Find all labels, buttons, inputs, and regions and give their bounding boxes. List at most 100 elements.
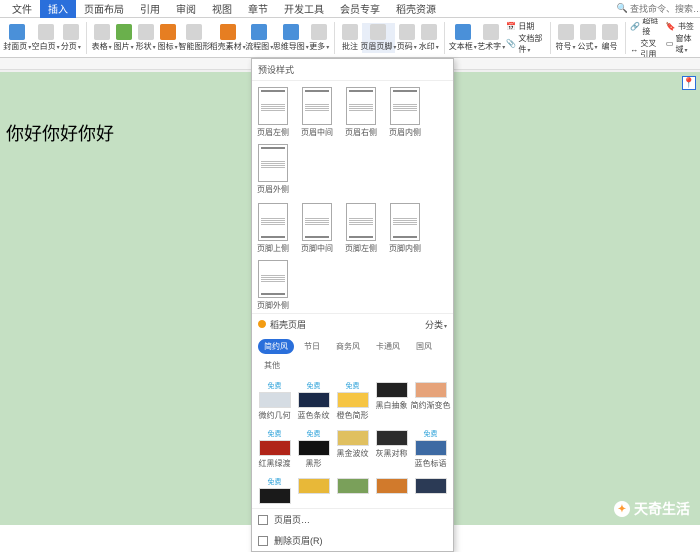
header-template[interactable]: 页眉左侧 bbox=[258, 87, 288, 138]
remove-header[interactable]: 删除页眉(R) bbox=[252, 530, 453, 551]
style-filter-row: 简约风节日商务风卡通风国风其他 bbox=[252, 335, 453, 377]
template-label: 页眉内侧 bbox=[389, 127, 421, 138]
header-template[interactable]: 页脚左侧 bbox=[346, 203, 376, 254]
btn-equation[interactable]: 公式 bbox=[578, 23, 598, 53]
theme-item[interactable]: 灰黑对称 bbox=[375, 429, 408, 469]
style-chip[interactable]: 其他 bbox=[258, 358, 286, 373]
tab-docer[interactable]: 稻壳资源 bbox=[388, 0, 444, 18]
template-label: 页脚内侧 bbox=[389, 243, 421, 254]
theme-item[interactable]: 免费蓝色标语 bbox=[414, 429, 447, 469]
theme-preview bbox=[259, 440, 291, 456]
btn-number[interactable]: 编号 bbox=[600, 23, 620, 53]
theme-item[interactable]: 免费微约几何 bbox=[258, 381, 291, 421]
docer-icon bbox=[220, 24, 236, 40]
btn-symbol[interactable]: 符号 bbox=[556, 23, 576, 53]
body-text: 你好你好你好 bbox=[6, 120, 114, 146]
header-template[interactable]: 页眉外侧 bbox=[258, 144, 288, 195]
menu-tab-bar: 文件 插入 页面布局 引用 审阅 视图 章节 开发工具 会员专享 稻壳资源 🔍 bbox=[0, 0, 700, 18]
btn-more[interactable]: 更多 bbox=[309, 23, 329, 53]
btn-bookmark[interactable]: 🔖书签 bbox=[666, 21, 696, 32]
mindmap-icon bbox=[283, 24, 299, 40]
theme-item[interactable]: 免费蓝色条纹 bbox=[297, 381, 330, 421]
style-chip[interactable]: 国风 bbox=[410, 339, 438, 354]
btn-comment[interactable]: 批注 bbox=[340, 23, 360, 53]
theme-item[interactable]: 黑白抽象 bbox=[375, 381, 408, 421]
btn-pagenum[interactable]: 页码 bbox=[397, 23, 417, 53]
headerfooter-more[interactable]: 页眉页… bbox=[252, 509, 453, 530]
btn-iconlib[interactable]: 图标 bbox=[158, 23, 178, 53]
theme-item[interactable]: 黑金波纹 bbox=[336, 429, 369, 469]
template-label: 页眉中间 bbox=[301, 127, 333, 138]
theme-item[interactable]: 免费橙色简形 bbox=[336, 381, 369, 421]
btn-wordart[interactable]: 艺术字 bbox=[478, 23, 504, 53]
header-template[interactable]: 页脚内侧 bbox=[390, 203, 420, 254]
theme-item[interactable]: 免费黑形 bbox=[297, 429, 330, 469]
btn-pagebreak[interactable]: 分页 bbox=[61, 23, 81, 53]
btn-crossref[interactable]: ↔交叉引用 bbox=[630, 38, 664, 58]
theme-item[interactable] bbox=[414, 477, 447, 504]
pin-button[interactable]: 📍 bbox=[682, 76, 696, 90]
tab-member[interactable]: 会员专享 bbox=[332, 0, 388, 18]
tab-references[interactable]: 引用 bbox=[132, 0, 168, 18]
btn-watermark[interactable]: 水印 bbox=[419, 23, 439, 53]
theme-item[interactable] bbox=[336, 477, 369, 504]
more-icon bbox=[311, 24, 327, 40]
theme-preview bbox=[337, 430, 369, 446]
docer-header-row[interactable]: 稻壳页眉 分类 bbox=[252, 313, 453, 335]
btn-date[interactable]: 📅日期 bbox=[506, 21, 544, 32]
search-input[interactable] bbox=[630, 4, 700, 14]
category-toggle[interactable]: 分类 bbox=[425, 318, 447, 331]
tab-insert[interactable]: 插入 bbox=[40, 0, 76, 18]
stack-bookmark: 🔖书签 ▭窗体域 bbox=[666, 21, 696, 55]
pagenum-icon bbox=[399, 24, 415, 40]
theme-item[interactable] bbox=[297, 477, 330, 504]
style-chip[interactable]: 卡通风 bbox=[370, 339, 406, 354]
theme-label: 蓝色条纹 bbox=[298, 410, 330, 421]
tab-view[interactable]: 视图 bbox=[204, 0, 240, 18]
btn-table[interactable]: 表格 bbox=[92, 23, 112, 53]
ribbon-search[interactable]: 🔍 bbox=[617, 3, 700, 14]
stack-links: 🔗超链接 ↔交叉引用 bbox=[630, 18, 664, 58]
dropdown-footer: 页眉页… 删除页眉(R) bbox=[252, 508, 453, 551]
btn-hyperlink[interactable]: 🔗超链接 bbox=[630, 18, 664, 37]
header-template[interactable]: 页眉右侧 bbox=[346, 87, 376, 138]
tab-pagelayout[interactable]: 页面布局 bbox=[76, 0, 132, 18]
btn-formfield[interactable]: ▭窗体域 bbox=[666, 33, 696, 55]
tab-file[interactable]: 文件 bbox=[4, 0, 40, 18]
theme-preview bbox=[415, 440, 447, 456]
btn-blankpage[interactable]: 空白页 bbox=[32, 23, 58, 53]
theme-item[interactable]: 免费红黑绿渡 bbox=[258, 429, 291, 469]
theme-item[interactable]: 免费 bbox=[258, 477, 291, 504]
btn-textbox[interactable]: 文本框 bbox=[450, 23, 476, 53]
btn-shape[interactable]: 形状 bbox=[136, 23, 156, 53]
style-chip[interactable]: 节日 bbox=[298, 339, 326, 354]
btn-docer[interactable]: 稻壳素材 bbox=[211, 23, 244, 53]
header-template[interactable]: 页眉内侧 bbox=[390, 87, 420, 138]
stack-date-doc: 📅日期 📎文档部件 bbox=[506, 21, 544, 55]
theme-item[interactable]: 简约渐变色 bbox=[414, 381, 447, 421]
theme-label: 黑金波纹 bbox=[337, 448, 369, 459]
btn-docparts[interactable]: 📎文档部件 bbox=[506, 33, 544, 55]
footer-template-grid: 页脚上侧页脚中间页脚左侧页脚内侧页脚外侧 bbox=[258, 203, 447, 311]
dropdown-title: 预设样式 bbox=[252, 59, 453, 81]
btn-picture[interactable]: 图片 bbox=[114, 23, 134, 53]
theme-preview bbox=[337, 478, 369, 494]
btn-flowchart[interactable]: 流程图 bbox=[246, 23, 272, 53]
header-template[interactable]: 页眉中间 bbox=[302, 87, 332, 138]
tab-devtools[interactable]: 开发工具 bbox=[276, 0, 332, 18]
btn-smartart[interactable]: 智能图形 bbox=[180, 23, 210, 53]
brand-watermark: ✦ 天奇生活 bbox=[614, 499, 690, 519]
theme-item[interactable] bbox=[375, 477, 408, 504]
btn-mindmap[interactable]: 思维导图 bbox=[274, 23, 307, 53]
header-template[interactable]: 页脚外侧 bbox=[258, 260, 288, 311]
style-chip[interactable]: 简约风 bbox=[258, 339, 294, 354]
tab-review[interactable]: 审阅 bbox=[168, 0, 204, 18]
tab-chapter[interactable]: 章节 bbox=[240, 0, 276, 18]
btn-coverpage[interactable]: 封面页 bbox=[4, 23, 30, 53]
btn-headerfooter[interactable]: 页眉页脚 bbox=[362, 23, 395, 53]
header-template[interactable]: 页脚中间 bbox=[302, 203, 332, 254]
header-template[interactable]: 页脚上侧 bbox=[258, 203, 288, 254]
style-chip[interactable]: 商务风 bbox=[330, 339, 366, 354]
theme-label: 微约几何 bbox=[259, 410, 291, 421]
square-icon bbox=[258, 536, 268, 546]
